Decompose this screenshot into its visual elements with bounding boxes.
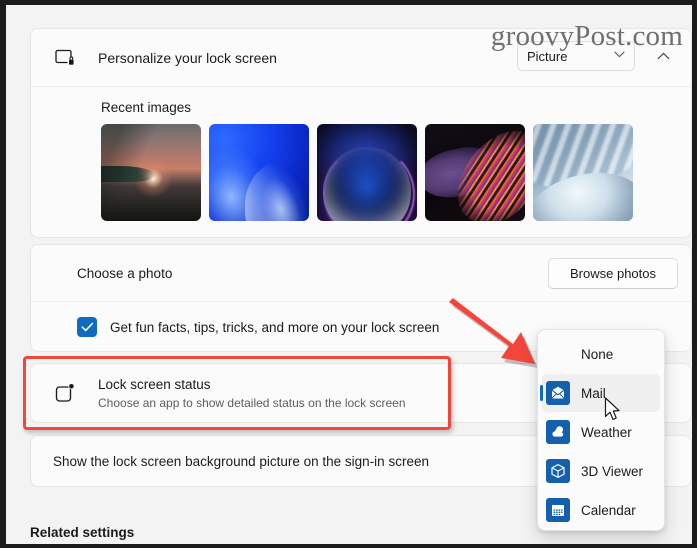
check-icon xyxy=(81,322,94,332)
flyout-item-mail-label: Mail xyxy=(581,386,606,401)
choose-photo-row: Choose a photo Browse photos xyxy=(31,245,691,302)
flyout-item-mail[interactable]: Mail xyxy=(542,374,660,412)
page-edge-right xyxy=(692,0,697,548)
flyout-item-3d-viewer[interactable]: 3D Viewer xyxy=(542,452,660,490)
recent-image-thumbnail-windows-bloom-blue[interactable] xyxy=(209,124,309,221)
choose-photo-label: Choose a photo xyxy=(77,266,172,281)
flyout-item-3d-viewer-label: 3D Viewer xyxy=(581,464,643,479)
settings-viewport: Personalize your lock screen Picture Rec… xyxy=(6,5,692,544)
calendar-icon xyxy=(546,498,570,522)
page-title: Personalize your lock screen xyxy=(98,50,277,66)
none-placeholder-icon xyxy=(546,342,570,366)
flyout-item-weather[interactable]: Weather xyxy=(542,413,660,451)
flyout-item-calendar[interactable]: Calendar xyxy=(542,491,660,529)
weather-icon xyxy=(546,420,570,444)
flyout-item-weather-label: Weather xyxy=(581,425,632,440)
recent-image-thumbnail-sunset-over-water[interactable] xyxy=(101,124,201,221)
personalize-lock-screen-card: Personalize your lock screen Picture Rec… xyxy=(30,28,692,238)
browse-photos-label: Browse photos xyxy=(570,266,656,281)
mail-icon xyxy=(546,381,570,405)
lock-screen-status-app-flyout: None Mail Weather xyxy=(537,329,665,531)
fun-facts-checkbox[interactable] xyxy=(77,317,97,337)
recent-images-list xyxy=(101,124,633,221)
browse-photos-button[interactable]: Browse photos xyxy=(548,258,678,289)
watermark: groovyPost.com xyxy=(491,20,683,53)
fun-facts-label: Get fun facts, tips, tricks, and more on… xyxy=(110,320,439,335)
recent-image-thumbnail-purple-orange-ribbon[interactable] xyxy=(425,124,525,221)
lock-screen-status-title: Lock screen status xyxy=(98,377,211,392)
flyout-item-none-label: None xyxy=(581,347,613,362)
flyout-item-none[interactable]: None xyxy=(542,335,660,373)
recent-image-thumbnail-dark-glow-circle[interactable] xyxy=(317,124,417,221)
lock-screen-status-subtitle: Choose an app to show detailed status on… xyxy=(98,396,406,410)
cube-icon xyxy=(546,459,570,483)
selection-indicator-bar xyxy=(540,385,543,401)
page-edge-bottom xyxy=(0,544,697,548)
recent-image-thumbnail-blue-silk-folds[interactable] xyxy=(533,124,633,221)
lock-screen-status-text: Lock screen status Choose an app to show… xyxy=(98,376,406,410)
status-badge-icon xyxy=(53,381,79,405)
sign-in-background-label: Show the lock screen background picture … xyxy=(53,454,429,469)
related-settings-heading: Related settings xyxy=(30,525,134,540)
flyout-item-calendar-label: Calendar xyxy=(581,503,636,518)
lock-screen-icon xyxy=(53,46,79,70)
recent-images-label: Recent images xyxy=(101,100,191,115)
